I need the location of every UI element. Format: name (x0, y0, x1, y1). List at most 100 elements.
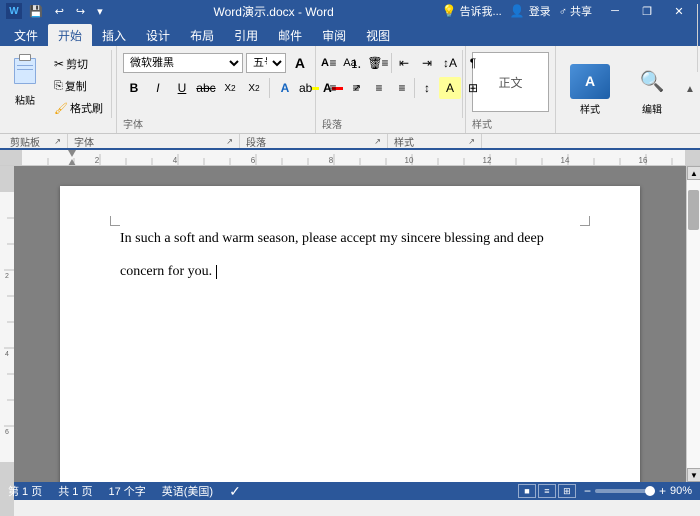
total-pages: 共 1 页 (58, 483, 92, 499)
tab-review[interactable]: 审阅 (312, 24, 356, 46)
document-page[interactable]: In such a soft and warm season, please a… (60, 186, 640, 482)
zoom-thumb[interactable] (645, 486, 655, 496)
shading-btn[interactable]: A (439, 77, 461, 99)
svg-text:4: 4 (5, 351, 9, 358)
customize-btn[interactable]: ▾ (94, 5, 106, 18)
bullets-btn[interactable]: ≡ (322, 52, 344, 74)
undo-btn[interactable]: ↩ (52, 5, 67, 18)
subscript-button[interactable]: X2 (219, 77, 241, 99)
border-btn[interactable]: ⊞ (462, 77, 484, 99)
text-effects-btn[interactable]: A (274, 77, 296, 99)
tab-file[interactable]: 文件 (4, 24, 48, 46)
login-btn[interactable]: 👤 登录 (510, 3, 551, 19)
svg-text:6: 6 (5, 429, 9, 436)
align-center-btn[interactable]: ≡ (345, 77, 367, 99)
format-painter-button[interactable]: 🖌 格式刷 (50, 98, 107, 118)
align-right-btn[interactable]: ≡ (368, 77, 390, 99)
help-feedback[interactable]: 💡 告诉我... (442, 3, 502, 19)
styles-expand-icon[interactable]: ↗ (468, 137, 475, 146)
grow-font-btn[interactable]: A (289, 52, 311, 74)
zoom-in-btn[interactable]: + (659, 484, 666, 498)
styles-big-button[interactable]: A 样式 (560, 63, 620, 117)
web-view-btn[interactable]: ⊞ (558, 484, 576, 498)
ribbon-content: 粘贴 ✂ 剪切 ⎘ 复制 🖌 格式刷 微软雅黑 (0, 46, 700, 134)
window-title: Word演示.docx - Word (106, 3, 442, 20)
vertical-scrollbar[interactable]: ▲ ▼ (686, 166, 700, 482)
page-number: 第 1 页 (8, 483, 42, 499)
bold-button[interactable]: B (123, 77, 145, 99)
clipboard-expand-icon[interactable]: ↗ (54, 137, 61, 146)
svg-text:2: 2 (95, 156, 100, 165)
strikethrough-button[interactable]: abc (195, 77, 217, 99)
language: 英语(美国) (162, 483, 213, 499)
paste-button[interactable]: 粘贴 (2, 50, 48, 108)
font-group: 微软雅黑 五号 A A Aa 🗑 B I U abc X2 X2 (117, 46, 316, 133)
svg-text:16: 16 (639, 156, 648, 165)
scroll-up-btn[interactable]: ▲ (687, 166, 700, 180)
multi-level-btn[interactable]: ⋮≡ (368, 52, 390, 74)
ribbon-collapse-btn[interactable]: ▲ (680, 84, 700, 95)
align-left-btn[interactable]: ≡ (322, 77, 344, 99)
divider (414, 78, 415, 98)
tab-design[interactable]: 设计 (136, 24, 180, 46)
scroll-thumb[interactable] (688, 190, 699, 230)
line-spacing-btn[interactable]: ↕ (416, 77, 438, 99)
horizontal-ruler: 2 4 6 8 10 12 14 16 (0, 150, 700, 166)
clipboard-group: 粘贴 ✂ 剪切 ⎘ 复制 🖌 格式刷 (0, 46, 117, 133)
show-marks-btn[interactable]: ¶ (462, 52, 484, 74)
italic-button[interactable]: I (147, 77, 169, 99)
gl-styles: 样式 ↗ (388, 134, 482, 148)
restore-btn[interactable]: ❐ (632, 0, 662, 22)
font-name-select[interactable]: 微软雅黑 (123, 53, 243, 73)
content-line1: In such a soft and warm season, please a… (120, 226, 580, 251)
zoom-out-btn[interactable]: − (584, 484, 591, 498)
tab-home[interactable]: 开始 (48, 24, 92, 46)
gl-font: 字体 ↗ (68, 134, 240, 148)
tab-view[interactable]: 视图 (356, 24, 400, 46)
divider (269, 78, 270, 98)
window-controls: ─ ❐ ✕ (600, 0, 694, 22)
read-view-btn[interactable]: ≡ (538, 484, 556, 498)
save-quick-btn[interactable]: 💾 (26, 5, 46, 18)
sort-btn[interactable]: ↕A (439, 52, 461, 74)
view-buttons: ■ ≡ ⊞ (518, 484, 576, 498)
vertical-ruler: 2 4 6 (0, 166, 14, 482)
underline-button[interactable]: U (171, 77, 193, 99)
copy-button[interactable]: ⎘ 复制 (50, 76, 107, 96)
tab-mailings[interactable]: 邮件 (268, 24, 312, 46)
zoom-controls: − + 90% (584, 484, 692, 498)
scroll-track[interactable] (687, 180, 700, 468)
svg-text:12: 12 (483, 156, 492, 165)
redo-btn[interactable]: ↪ (73, 5, 88, 18)
cut-button[interactable]: ✂ 剪切 (50, 54, 107, 74)
document-area: In such a soft and warm season, please a… (14, 166, 686, 482)
paragraph-expand-icon[interactable]: ↗ (374, 137, 381, 146)
scroll-down-btn[interactable]: ▼ (687, 468, 700, 482)
svg-text:4: 4 (173, 156, 178, 165)
share-btn[interactable]: ♂ 共享 (559, 3, 592, 19)
decrease-indent-btn[interactable]: ⇤ (393, 52, 415, 74)
title-bar: W 💾 ↩ ↪ ▾ Word演示.docx - Word 💡 告诉我... 👤 … (0, 0, 700, 22)
close-btn[interactable]: ✕ (664, 0, 694, 22)
tab-insert[interactable]: 插入 (92, 24, 136, 46)
zoom-level: 90% (670, 485, 692, 497)
superscript-button[interactable]: X2 (243, 77, 265, 99)
zoom-slider[interactable] (595, 489, 655, 493)
tab-layout[interactable]: 布局 (180, 24, 224, 46)
tab-references[interactable]: 引用 (224, 24, 268, 46)
corner-mark-tr (580, 216, 590, 226)
edit-big-button[interactable]: 🔍 编辑 (628, 63, 676, 117)
group-labels-bar: 剪贴板 ↗ 字体 ↗ 段落 ↗ 样式 ↗ (0, 134, 700, 150)
divider (391, 53, 392, 73)
svg-text:10: 10 (405, 156, 414, 165)
spell-check-icon[interactable]: ✓ (229, 483, 241, 500)
text-cursor (216, 265, 217, 279)
numbering-btn[interactable]: ⒈ (345, 52, 367, 74)
font-size-select[interactable]: 五号 (246, 53, 286, 73)
print-view-btn[interactable]: ■ (518, 484, 536, 498)
page-content[interactable]: In such a soft and warm season, please a… (120, 226, 580, 284)
justify-btn[interactable]: ≡ (391, 77, 413, 99)
increase-indent-btn[interactable]: ⇥ (416, 52, 438, 74)
font-expand-icon[interactable]: ↗ (226, 137, 233, 146)
minimize-btn[interactable]: ─ (600, 0, 630, 22)
